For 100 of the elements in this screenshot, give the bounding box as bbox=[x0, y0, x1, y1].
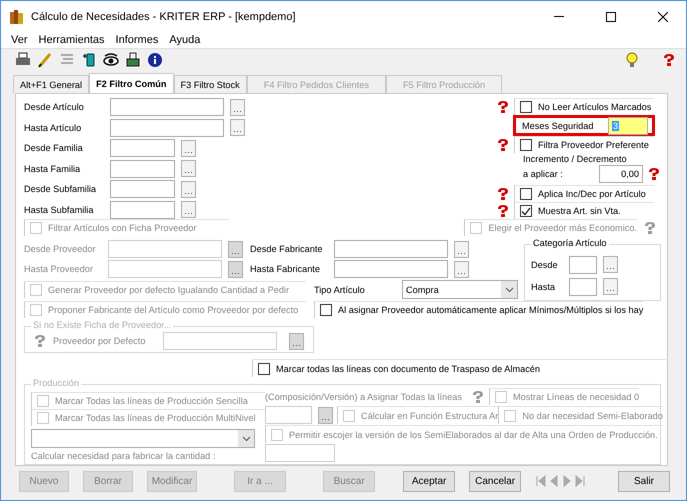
field-label: Hasta Subfamilia bbox=[24, 204, 94, 215]
field-label: Desde Subfamilia bbox=[24, 184, 98, 194]
phone-icon[interactable] bbox=[81, 52, 97, 68]
field-label: Desde Familia bbox=[24, 143, 84, 154]
checkbox-option[interactable]: Muestra Art. sin Vta. bbox=[514, 202, 654, 219]
field-label: Meses Seguridad bbox=[522, 120, 594, 130]
checkbox[interactable] bbox=[520, 139, 532, 151]
field-label: Hasta Fabricante bbox=[250, 264, 321, 274]
action-button[interactable]: Cancelar bbox=[469, 470, 522, 492]
maximize-icon bbox=[606, 12, 616, 22]
browse-button[interactable] bbox=[181, 160, 196, 178]
input-field[interactable] bbox=[110, 200, 175, 219]
minimize-icon bbox=[554, 16, 564, 17]
field-label: Desde Artículo bbox=[24, 102, 85, 112]
browse-button[interactable] bbox=[181, 180, 196, 198]
tab[interactable]: F2 Filtro Común bbox=[89, 73, 174, 93]
browse-button[interactable] bbox=[230, 119, 245, 136]
question-mark-icon[interactable] bbox=[496, 188, 510, 200]
caret-icon bbox=[504, 286, 514, 292]
question-mark-icon[interactable] bbox=[647, 168, 661, 180]
browse-button[interactable] bbox=[181, 201, 196, 218]
checkbox-option[interactable]: Aplica Inc/Dec por Artículo bbox=[514, 185, 654, 202]
exit-button[interactable]: Salir bbox=[618, 470, 670, 492]
navigation-icon[interactable] bbox=[535, 474, 548, 488]
light-bulb-icon[interactable] bbox=[624, 52, 640, 68]
caret-icon bbox=[242, 436, 250, 442]
checkbox-option[interactable]: Marcar todas las líneas con documento de Traspaso de Almacén bbox=[252, 359, 668, 377]
action-button[interactable]: Aceptar bbox=[403, 470, 456, 492]
printer-icon[interactable] bbox=[125, 52, 141, 68]
checkbox[interactable] bbox=[520, 101, 532, 113]
browse-button[interactable] bbox=[603, 256, 618, 273]
field-label: Desde bbox=[531, 260, 559, 270]
dropdown-button[interactable] bbox=[501, 281, 517, 298]
input-field[interactable] bbox=[110, 139, 175, 158]
question-mark-icon[interactable] bbox=[33, 335, 47, 347]
input-field[interactable]: 0,00 bbox=[599, 165, 643, 183]
check-icon bbox=[521, 206, 531, 216]
field-label: Desde Proveedor bbox=[24, 244, 96, 254]
field-label: Hasta bbox=[531, 282, 556, 292]
group-title: Incremento / Decremento bbox=[523, 154, 628, 164]
dropdown[interactable]: Compra bbox=[402, 280, 518, 299]
browse-button[interactable] bbox=[454, 240, 469, 258]
group-title: Si no Existe Ficha de Proveedor... bbox=[31, 320, 174, 330]
browse-button[interactable] bbox=[289, 332, 304, 350]
checkbox-option[interactable]: No Leer Artículos Marcados bbox=[514, 98, 654, 115]
field-label: Hasta Artículo bbox=[24, 122, 82, 133]
question-mark-icon[interactable] bbox=[643, 222, 657, 234]
input-field[interactable] bbox=[569, 278, 597, 296]
checkbox-option[interactable]: Al asignar Proveedor automáticamente aplicar Mínimos/Múltiplos si los hay bbox=[314, 301, 644, 318]
field-label: a aplicar : bbox=[523, 169, 564, 179]
input-field[interactable] bbox=[108, 240, 222, 258]
tab[interactable]: Alt+F1 General bbox=[13, 75, 90, 93]
input-field[interactable] bbox=[334, 240, 448, 258]
question-mark-icon[interactable] bbox=[496, 100, 510, 112]
input-field[interactable] bbox=[110, 118, 224, 137]
checkbox[interactable] bbox=[520, 205, 532, 217]
navigation-icon[interactable] bbox=[574, 474, 586, 488]
group-title: Producción bbox=[31, 378, 81, 388]
group-title: Categoría Artículo bbox=[531, 238, 609, 248]
question-mark-icon[interactable] bbox=[496, 138, 510, 150]
input-field[interactable] bbox=[110, 98, 224, 116]
printer-icon[interactable] bbox=[15, 52, 31, 68]
menu-item[interactable]: Ayuda bbox=[169, 34, 200, 46]
browse-button[interactable] bbox=[454, 260, 469, 278]
browse-button[interactable] bbox=[181, 140, 196, 157]
field-label: Proveedor por Defecto bbox=[53, 336, 146, 346]
input-field[interactable] bbox=[163, 332, 277, 350]
close-icon bbox=[658, 12, 668, 22]
question-mark-icon[interactable] bbox=[496, 204, 510, 216]
input-field[interactable] bbox=[334, 260, 448, 278]
field-label: Desde Fabricante bbox=[250, 244, 324, 254]
menu-item[interactable]: Herramientas bbox=[38, 34, 105, 46]
browse-button[interactable] bbox=[603, 278, 618, 295]
checkbox[interactable] bbox=[320, 304, 332, 316]
input-field[interactable] bbox=[110, 160, 175, 178]
input-field[interactable] bbox=[108, 260, 222, 278]
question-mark-icon[interactable] bbox=[662, 54, 676, 66]
eye-icon[interactable] bbox=[103, 52, 119, 68]
navigation-icon[interactable] bbox=[561, 474, 574, 488]
field-label: Tipo Artículo bbox=[314, 284, 366, 294]
menu-item[interactable]: Informes bbox=[116, 34, 158, 46]
info-icon[interactable] bbox=[147, 52, 163, 68]
books-icon bbox=[9, 10, 25, 24]
pencil-icon[interactable] bbox=[37, 52, 53, 68]
checkbox[interactable] bbox=[258, 362, 270, 374]
checkbox-option[interactable]: Filtra Proveedor Preferente bbox=[514, 136, 654, 153]
navigation-icon[interactable] bbox=[548, 474, 560, 488]
menu-item[interactable]: Ver bbox=[11, 34, 28, 46]
browse-button[interactable] bbox=[228, 260, 243, 278]
browse-button[interactable] bbox=[230, 98, 245, 116]
window-title: Cálculo de Necesidades - KRITER ERP - [kempdemo] bbox=[31, 10, 297, 22]
field-label: Hasta Familia bbox=[24, 164, 82, 174]
input-field[interactable] bbox=[110, 180, 175, 198]
field-label: Hasta Proveedor bbox=[24, 264, 94, 274]
tab[interactable]: F3 Filtro Stock bbox=[174, 75, 247, 93]
checkbox[interactable] bbox=[520, 188, 532, 200]
field-label: Calcular necesidad para fabricar la cantidad : bbox=[31, 451, 216, 461]
input-field[interactable] bbox=[569, 256, 597, 274]
browse-button[interactable] bbox=[228, 240, 243, 258]
field-label: (Composición/Versión) a Asignar Todas la líneas bbox=[265, 392, 463, 402]
